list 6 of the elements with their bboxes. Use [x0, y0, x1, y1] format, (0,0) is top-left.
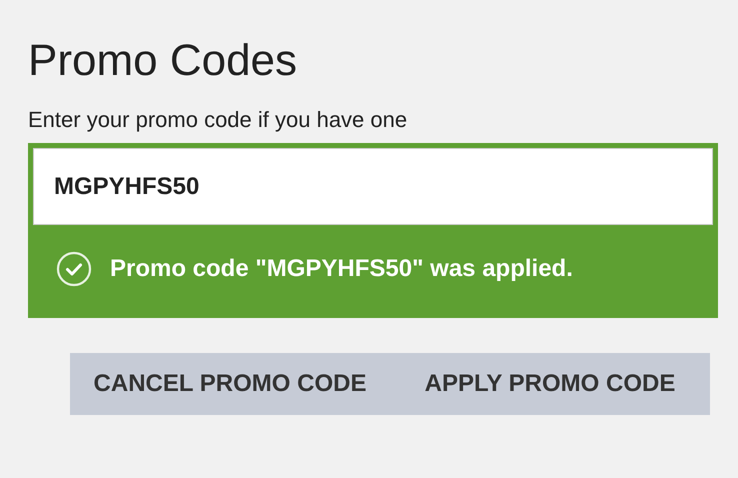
field-label: Enter your promo code if you have one	[28, 106, 408, 134]
promo-button[interactable]: APPLY PROMO CODE	[390, 353, 710, 415]
promo-button[interactable]: CANCEL PROMO CODE	[70, 353, 390, 415]
promo-code-field[interactable]: MGPYHFS50	[33, 148, 713, 225]
page-title: Promo Codes	[28, 35, 298, 87]
status-message: Promo code "MGPYHFS50" was applied.	[110, 255, 573, 283]
